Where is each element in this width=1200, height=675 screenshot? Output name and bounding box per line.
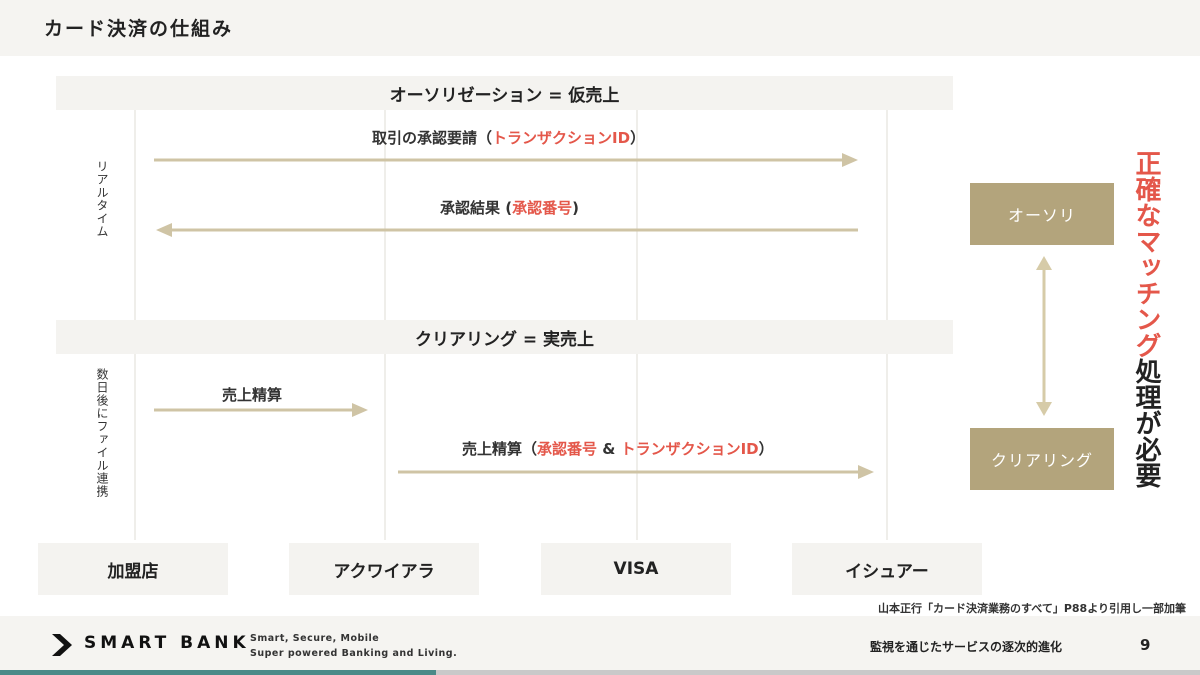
auth-result-label: 承認結果 (承認番号) <box>440 197 579 218</box>
auth-result-arrow <box>156 223 858 237</box>
auth-request-arrow <box>154 153 858 167</box>
clearing-band-label: クリアリング = 実売上 <box>414 329 595 350</box>
progress-bar-track <box>436 670 1200 675</box>
settlement2-label: 売上精算（承認番号 & トランザクションID） <box>462 438 774 459</box>
settlement2-highlight-transaction: トランザクションID <box>620 440 759 458</box>
authorization-band: オーソリゼーション = 仮売上 <box>56 76 953 110</box>
realtime-label: リアルタイム <box>95 160 109 238</box>
auth-request-highlight: トランザクションID <box>492 129 631 147</box>
auth-result-suffix: ) <box>572 199 579 217</box>
settlement2-prefix: 売上精算（ <box>462 440 538 458</box>
auth-request-prefix: 取引の承認要請（ <box>372 129 493 147</box>
party-acquirer: アクワイアラ <box>289 543 479 595</box>
smartbank-logo-icon <box>52 634 72 656</box>
party-issuer: イシュアー <box>792 543 982 595</box>
file-transfer-label: 数日後にファイル連携 <box>95 368 109 498</box>
slide-header: カード決済の仕組み <box>0 0 1200 56</box>
matching-text-rest: 処理が必要 <box>1131 358 1161 488</box>
authorization-box: オーソリ <box>970 183 1114 245</box>
party-merchant: 加盟店 <box>38 543 228 595</box>
settlement1-arrow <box>154 403 368 417</box>
matching-required-text: 正確なマッチング処理が必要 <box>1126 150 1166 488</box>
tagline-line2: Super powered Banking and Living. <box>250 648 458 659</box>
settlement2-ampersand: & <box>597 440 621 458</box>
settlement2-highlight-approval: 承認番号 <box>537 440 598 458</box>
auth-result-highlight: 承認番号 <box>512 199 573 217</box>
clearing-box: クリアリング <box>970 428 1114 490</box>
auth-request-suffix: ） <box>630 129 646 147</box>
clearing-band: クリアリング = 実売上 <box>56 320 953 354</box>
party-visa: VISA <box>541 543 731 595</box>
auth-result-prefix: 承認結果 ( <box>440 199 513 217</box>
settlement2-suffix: ） <box>758 440 774 458</box>
matching-double-arrow <box>1036 256 1052 416</box>
footer-section-title: 監視を通じたサービスの逐次的進化 <box>870 640 1063 654</box>
brand-name: SMART BANK <box>84 633 250 653</box>
page-number: 9 <box>1140 636 1151 654</box>
progress-bar-filled <box>0 670 436 675</box>
tagline-line1: Smart, Secure, Mobile <box>250 633 380 644</box>
source-citation: 山本正行「カード決済業務のすべて」P88より引用し一部加筆 <box>878 602 1186 615</box>
matching-text-highlight: 正確なマッチング <box>1131 150 1161 358</box>
slide-title: カード決済の仕組み <box>44 18 234 40</box>
auth-request-label: 取引の承認要請（トランザクションID） <box>372 127 645 148</box>
authorization-band-label: オーソリゼーション = 仮売上 <box>389 85 620 106</box>
settlement2-arrow <box>398 465 874 479</box>
